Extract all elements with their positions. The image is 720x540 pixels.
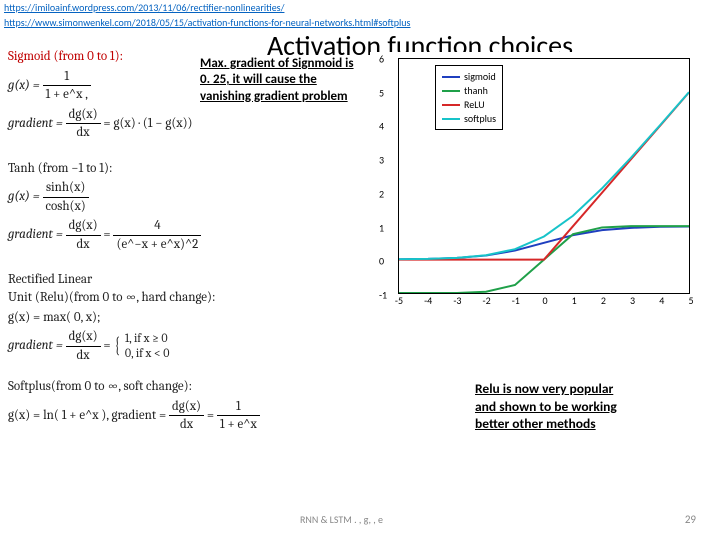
legend-label: thanh xyxy=(464,84,488,97)
eq-label: g(x) = xyxy=(8,78,40,93)
legend-swatch xyxy=(442,104,460,106)
formula-column: Sigmoid (from 0 to 1): g(x) = 11 + e^x ,… xyxy=(8,48,348,442)
legend-swatch xyxy=(442,118,460,120)
y-tick: 3 xyxy=(379,154,384,167)
y-tick: 2 xyxy=(379,187,384,200)
x-tick: 4 xyxy=(659,294,664,307)
denominator: dx xyxy=(66,124,101,142)
eq-rhs: = g(x) · (1 − g(x)) xyxy=(103,116,192,131)
legend-item: ReLU xyxy=(442,98,496,111)
legend-label: ReLU xyxy=(464,98,485,111)
y-tick: -1 xyxy=(379,289,387,302)
numerator: dg(x) xyxy=(66,217,101,236)
numerator: dg(x) xyxy=(66,328,101,347)
brace-icon: { xyxy=(115,331,120,361)
sigmoid-header: Sigmoid (from 0 to 1): xyxy=(8,49,123,64)
relu-header: Rectified Linear xyxy=(8,271,348,289)
legend-swatch xyxy=(442,90,460,92)
denominator: (e^−x + e^x)^2 xyxy=(113,236,201,254)
tanh-header: Tanh (from −1 to 1): xyxy=(8,160,348,178)
x-tick: -5 xyxy=(395,294,403,307)
softplus-g-eq: g(x) = ln( 1 + e^x ), gradient = xyxy=(8,408,166,423)
softplus-header: Softplus(from 0 to ∞, soft change): xyxy=(8,378,348,396)
legend-item: sigmoid xyxy=(442,70,496,83)
y-tick: 5 xyxy=(379,86,384,99)
x-tick: -2 xyxy=(483,294,491,307)
legend-label: softplus xyxy=(464,112,496,125)
x-tick: 1 xyxy=(572,294,577,307)
eq-label: gradient = xyxy=(8,116,63,131)
denominator: 1 + e^x xyxy=(217,416,260,434)
legend-label: sigmoid xyxy=(464,70,496,83)
relu-note: Relu is now very popular and shown to be… xyxy=(475,380,617,433)
x-tick: 3 xyxy=(630,294,635,307)
numerator: dg(x) xyxy=(66,106,101,125)
activation-chart: sigmoidthanhReLUsoftplus -1 0 1 2 3 4 5 6 -5 -4 -3… xyxy=(370,52,700,317)
footer-text: RNN & LSTM . , g, , e xyxy=(300,513,383,526)
note-line: and shown to be working xyxy=(475,398,617,416)
eq-label: gradient = xyxy=(8,338,63,353)
page-number: 29 xyxy=(685,513,696,526)
legend-swatch xyxy=(442,76,460,78)
numerator: 1 xyxy=(217,398,260,417)
plot-area: sigmoidthanhReLUsoftplus -10123456-5-4-3… xyxy=(398,58,690,294)
denominator: 1 + e^x , xyxy=(43,86,91,104)
eq-label: g(x) = xyxy=(8,189,40,204)
case-line: 0, if x < 0 xyxy=(125,346,170,362)
case-line: 1, if x ≥ 0 xyxy=(125,331,170,347)
numerator: sinh(x) xyxy=(43,179,89,198)
legend-item: softplus xyxy=(442,112,496,125)
denominator: dx xyxy=(66,236,101,254)
chart-legend: sigmoidthanhReLUsoftplus xyxy=(435,65,503,130)
note-line: better other methods xyxy=(475,415,617,433)
x-tick: 5 xyxy=(688,294,693,307)
denominator: dx xyxy=(66,347,101,365)
denominator: cosh(x) xyxy=(43,198,89,216)
legend-item: thanh xyxy=(442,84,496,97)
x-tick: -3 xyxy=(453,294,461,307)
y-tick: 4 xyxy=(379,120,384,133)
relu-g-eq: g(x) = max( 0, x); xyxy=(8,309,348,327)
x-tick: 2 xyxy=(601,294,606,307)
x-tick: 0 xyxy=(542,294,547,307)
y-tick: 1 xyxy=(379,221,384,234)
x-tick: -1 xyxy=(512,294,520,307)
denominator: dx xyxy=(169,416,204,434)
x-tick: -4 xyxy=(424,294,432,307)
y-tick: 0 xyxy=(379,255,384,268)
eq-label: gradient = xyxy=(8,227,63,242)
numerator: 4 xyxy=(113,217,201,236)
note-line: Relu is now very popular xyxy=(475,380,617,398)
numerator: dg(x) xyxy=(169,398,204,417)
source-link-1[interactable]: https://imiloainf.wordpress.com/2013/11/… xyxy=(0,0,720,15)
y-tick: 6 xyxy=(379,53,384,66)
numerator: 1 xyxy=(43,68,91,87)
relu-subheader: Unit (Relu)(from 0 to ∞, hard change): xyxy=(8,289,348,307)
